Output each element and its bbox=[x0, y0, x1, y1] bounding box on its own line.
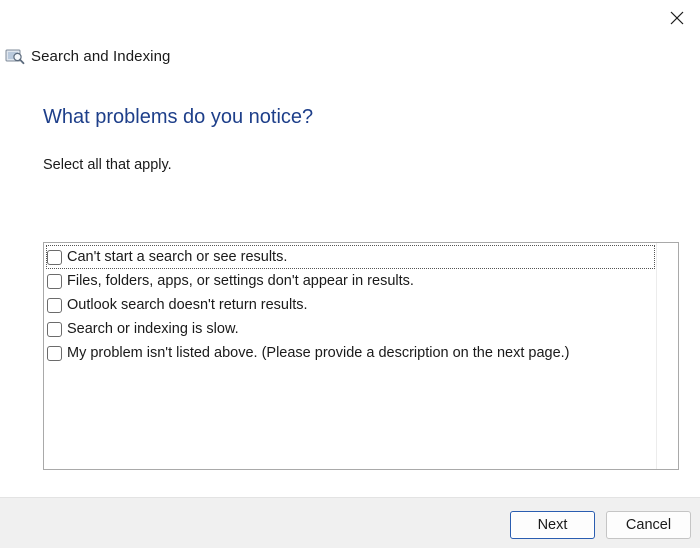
search-indexing-app-icon bbox=[5, 49, 25, 65]
option-label: Outlook search doesn't return results. bbox=[67, 297, 308, 313]
next-button[interactable]: Next bbox=[510, 511, 595, 539]
checkbox[interactable] bbox=[47, 321, 62, 337]
option-label: My problem isn't listed above. (Please p… bbox=[67, 345, 570, 361]
instruction-text: Select all that apply. bbox=[43, 157, 172, 173]
page-heading: What problems do you notice? bbox=[43, 106, 314, 128]
option-label: Can't start a search or see results. bbox=[67, 249, 288, 265]
option-search-slow[interactable]: Search or indexing is slow. bbox=[47, 318, 239, 340]
checkbox[interactable] bbox=[47, 345, 62, 361]
window-title: Search and Indexing bbox=[31, 47, 171, 65]
option-label: Files, folders, apps, or settings don't … bbox=[67, 273, 414, 289]
cancel-button[interactable]: Cancel bbox=[606, 511, 691, 539]
checkbox[interactable] bbox=[47, 273, 62, 289]
option-outlook-search[interactable]: Outlook search doesn't return results. bbox=[47, 294, 308, 316]
dialog-footer: Next Cancel bbox=[0, 497, 700, 548]
option-label: Search or indexing is slow. bbox=[67, 321, 239, 337]
troubleshooter-window: Search and Indexing What problems do you… bbox=[0, 0, 700, 548]
option-files-not-in-results[interactable]: Files, folders, apps, or settings don't … bbox=[47, 270, 414, 292]
listbox-scroll-gutter bbox=[656, 243, 678, 469]
checkbox[interactable] bbox=[47, 297, 62, 313]
window-title-bar: Search and Indexing bbox=[5, 45, 171, 67]
option-not-listed[interactable]: My problem isn't listed above. (Please p… bbox=[47, 342, 570, 364]
problems-checklist: Can't start a search or see results. Fil… bbox=[43, 242, 679, 470]
close-icon bbox=[670, 11, 684, 25]
checkbox[interactable] bbox=[47, 249, 62, 265]
close-button[interactable] bbox=[654, 0, 700, 36]
option-cant-start-search[interactable]: Can't start a search or see results. bbox=[46, 245, 655, 269]
